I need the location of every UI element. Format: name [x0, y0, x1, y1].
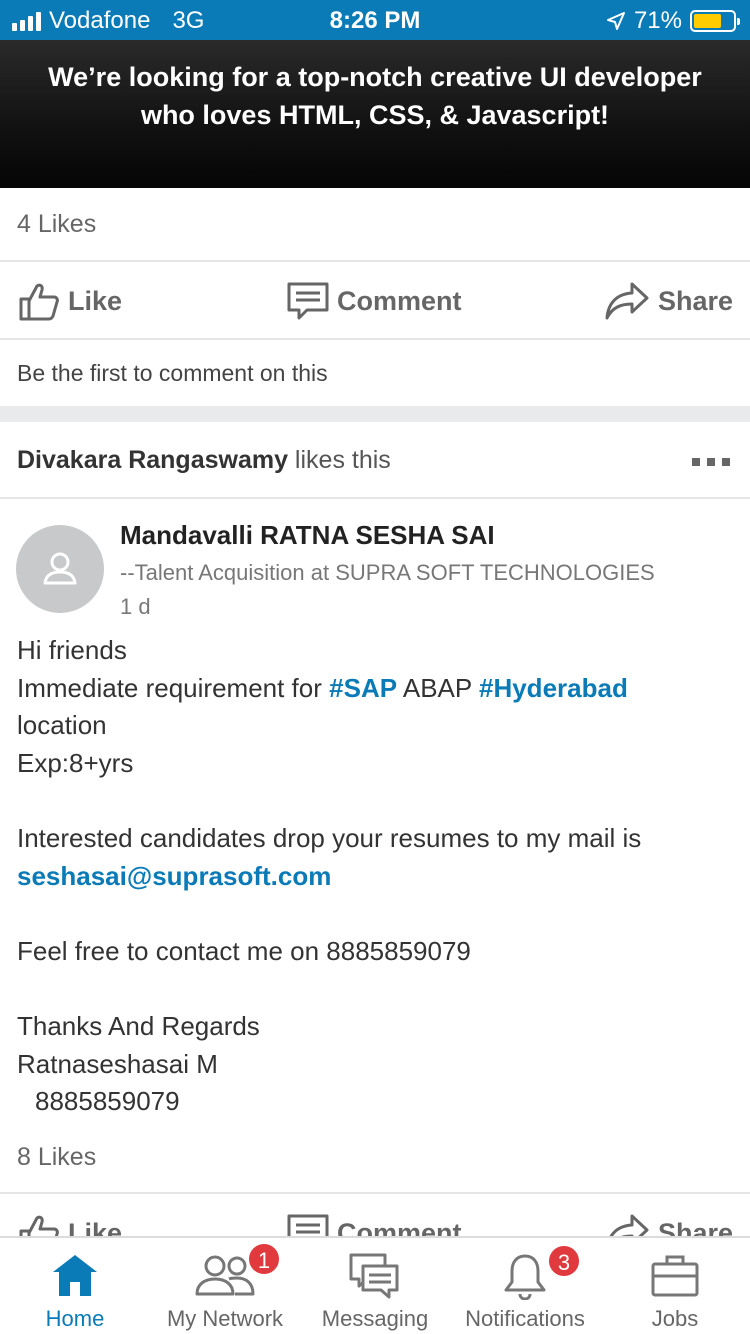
likes-count[interactable]: 4 Likes [17, 210, 96, 239]
home-icon [53, 1255, 97, 1296]
feed-separator [0, 406, 750, 422]
tab-messaging[interactable]: Messaging [300, 1238, 450, 1334]
post-line: Ratnaseshasai M [17, 1048, 218, 1079]
divider [0, 497, 750, 499]
tab-label: Jobs [651, 1306, 699, 1331]
avatar[interactable] [16, 525, 104, 613]
hashtag-sap[interactable]: #SAP [329, 673, 397, 703]
post-banner-image[interactable]: We’re looking for a top-notch creative U… [0, 40, 750, 188]
share-label: Share [658, 285, 734, 316]
comment-icon [287, 282, 329, 320]
person-placeholder-icon [43, 552, 77, 585]
tab-label: Notifications [465, 1306, 585, 1331]
tab-my-network[interactable]: 1 My Network [150, 1238, 300, 1334]
post-text-segment: Immediate requirement for [17, 672, 330, 703]
post-line: Thanks And Regards [17, 1010, 260, 1041]
comment-button[interactable]: Comment [287, 281, 462, 321]
briefcase-icon [651, 1255, 699, 1297]
post-actions: Like Comment Share [0, 263, 750, 339]
post-line: Hi friends [17, 635, 127, 665]
like-button[interactable]: Like [18, 280, 122, 322]
author-headline: --Talent Acquisition at SUPRA SOFT TECHN… [120, 560, 655, 585]
liker-text: likes this [287, 446, 391, 474]
post-line: Exp:8+yrs [17, 747, 134, 778]
liker-name[interactable]: Divakara Rangaswamy [17, 446, 288, 474]
notifications-badge: 3 [547, 1244, 581, 1278]
comment-label: Comment [337, 285, 462, 316]
hashtag-hyderabad[interactable]: #Hyderabad [479, 673, 628, 703]
like-label: Like [68, 285, 123, 316]
banner-line-1: We’re looking for a top-notch creative U… [48, 62, 702, 92]
divider [0, 338, 750, 340]
post-line: Immediate requirement for #SAP ABAP #Hyd… [17, 670, 737, 708]
post-timestamp: 1 d [120, 594, 151, 619]
post-text: Hi friends Immediate requirement for #SA… [17, 632, 737, 1121]
comment-prompt[interactable]: Be the first to comment on this [17, 360, 328, 387]
battery-percent: 71% [633, 7, 682, 34]
share-icon [605, 282, 649, 320]
post-line: Interested candidates drop your resumes … [17, 822, 642, 853]
tab-label: My Network [166, 1306, 284, 1331]
tab-jobs[interactable]: Jobs [600, 1238, 750, 1334]
social-context: Divakara Rangaswamy likes this [17, 446, 391, 475]
tab-label: Home [45, 1306, 105, 1331]
tab-label: Messaging [321, 1306, 429, 1331]
battery-icon [690, 10, 740, 32]
network-badge: 1 [247, 1242, 281, 1276]
status-bar: Vodafone 3G 8:26 PM 71% [0, 0, 750, 40]
post-line: Feel free to contact me on 8885859079 [17, 935, 471, 966]
post-text-segment: ABAP [397, 672, 479, 703]
thumbs-up-icon [19, 283, 59, 321]
email-link[interactable]: seshasai@suprasoft.com [17, 858, 737, 896]
location-arrow-icon [606, 12, 625, 30]
share-button[interactable]: Share [604, 281, 733, 321]
tab-notifications[interactable]: 3 Notifications [450, 1238, 600, 1334]
more-options-icon[interactable] [692, 458, 730, 466]
post-line: location [17, 710, 107, 741]
bottom-tab-bar: Home 1 My Network Messaging 3 Notificati… [0, 1236, 750, 1334]
divider [0, 1192, 750, 1194]
tab-home[interactable]: Home [0, 1238, 150, 1334]
divider [0, 260, 750, 262]
author-name[interactable]: Mandavalli RATNA SESHA SAI [120, 520, 495, 551]
bell-icon [504, 1254, 546, 1300]
banner-line-2: who loves HTML, CSS, & Javascript! [140, 100, 610, 130]
messaging-icon [349, 1253, 399, 1299]
post-line: 8885859079 [35, 1086, 180, 1117]
likes-count[interactable]: 8 Likes [17, 1143, 96, 1172]
